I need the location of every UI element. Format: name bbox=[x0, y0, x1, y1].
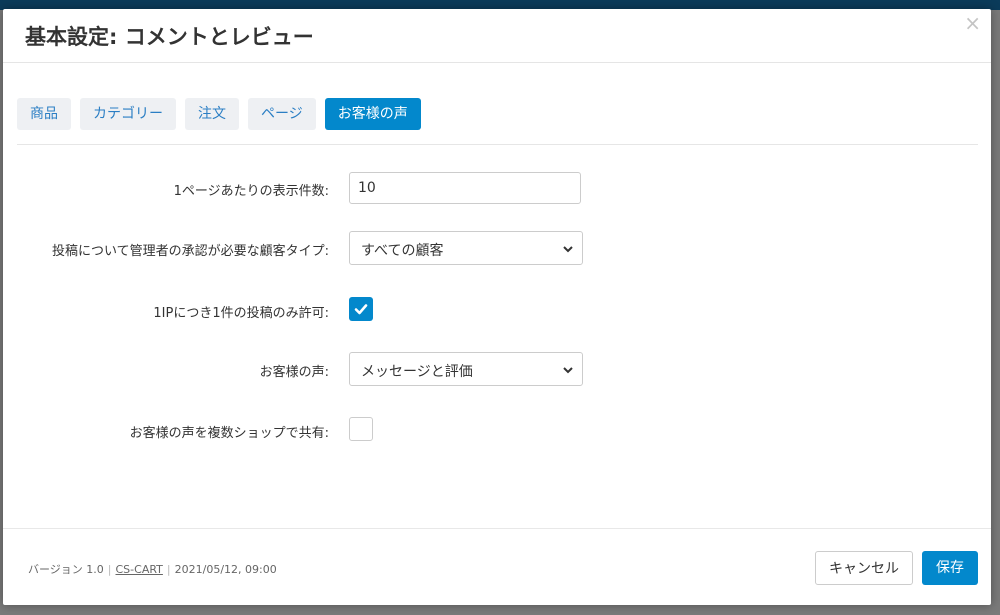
check-icon bbox=[354, 304, 368, 315]
share-multi-shop-checkbox[interactable] bbox=[349, 417, 373, 441]
separator: | bbox=[166, 563, 171, 576]
testimonials-select[interactable]: メッセージと評価 bbox=[349, 352, 583, 386]
chevron-down-icon bbox=[563, 246, 573, 253]
tab-pages[interactable]: ページ bbox=[248, 98, 316, 130]
approval-type-select[interactable]: すべての顧客 bbox=[349, 231, 583, 265]
modal-footer: バージョン 1.0 | CS-CART | 2021/05/12, 09:00 キャンセ… bbox=[3, 528, 991, 606]
separator: | bbox=[107, 563, 112, 576]
tab-bar: 商品 カテゴリー 注文 ページ お客様の声 bbox=[17, 98, 421, 130]
share-multi-shop-label: お客様の声を複数ショップで共有: bbox=[129, 426, 329, 441]
one-per-ip-checkbox[interactable] bbox=[349, 297, 373, 321]
version-text: バージョン 1.0 bbox=[28, 563, 104, 576]
tabs-divider bbox=[17, 144, 978, 145]
footer-info: バージョン 1.0 | CS-CART | 2021/05/12, 09:00 bbox=[28, 561, 277, 577]
date-text: 2021/05/12, 09:00 bbox=[174, 563, 277, 576]
items-per-page-input[interactable] bbox=[349, 172, 581, 204]
tab-categories[interactable]: カテゴリー bbox=[80, 98, 176, 130]
cs-cart-link[interactable]: CS-CART bbox=[116, 563, 163, 576]
tab-orders[interactable]: 注文 bbox=[185, 98, 239, 130]
save-button[interactable]: 保存 bbox=[922, 551, 978, 585]
chevron-down-icon bbox=[563, 367, 573, 374]
one-per-ip-label: 1IPにつき1件の投稿のみ許可: bbox=[153, 306, 329, 321]
modal-header: 基本設定: コメントとレビュー × bbox=[3, 9, 991, 63]
approval-type-value: すべての顧客 bbox=[361, 243, 444, 259]
items-per-page-label: 1ページあたりの表示件数: bbox=[173, 184, 329, 199]
tab-testimonials[interactable]: お客様の声 bbox=[324, 98, 421, 130]
approval-type-label: 投稿について管理者の承認が必要な顧客タイプ: bbox=[52, 244, 329, 259]
cancel-button[interactable]: キャンセル bbox=[815, 551, 913, 585]
settings-modal: 基本設定: コメントとレビュー × 商品 カテゴリー 注文 ページ お客様の声 … bbox=[3, 9, 991, 605]
tab-products[interactable]: 商品 bbox=[17, 98, 71, 130]
testimonials-label: お客様の声: bbox=[259, 365, 329, 380]
testimonials-value: メッセージと評価 bbox=[361, 364, 473, 380]
modal-title: 基本設定: コメントとレビュー bbox=[25, 25, 314, 49]
close-icon[interactable]: × bbox=[964, 13, 981, 33]
